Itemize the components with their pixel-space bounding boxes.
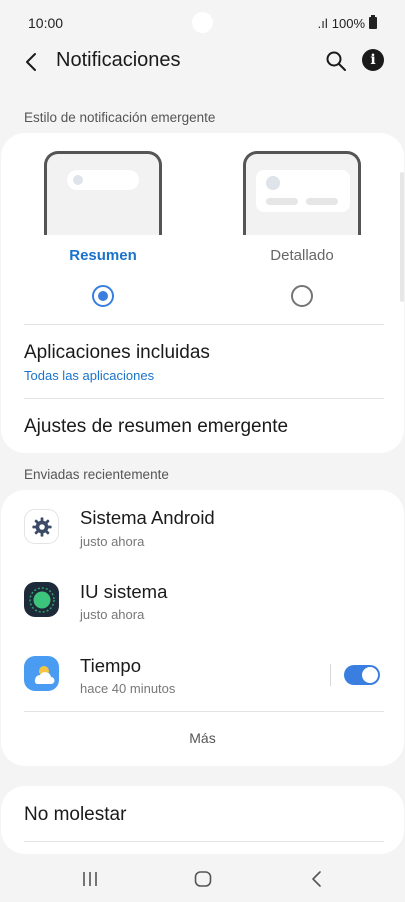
do-not-disturb-row[interactable]: No molestar xyxy=(24,804,126,826)
popup-style-card: Resumen Detallado Aplicaciones incluidas… xyxy=(1,133,404,453)
option-label-detailed[interactable]: Detallado xyxy=(243,247,361,264)
included-apps-value: Todas las aplicaciones xyxy=(24,368,155,383)
more-button[interactable]: Más xyxy=(1,730,404,746)
gear-icon xyxy=(24,509,59,544)
system-ui-icon xyxy=(24,582,59,617)
summary-settings-row[interactable]: Ajustes de resumen emergente xyxy=(24,416,288,438)
included-apps-title: Aplicaciones incluidas xyxy=(24,342,210,363)
back-arrow-icon[interactable] xyxy=(20,50,44,74)
dnd-card: No molestar xyxy=(1,786,404,854)
detailed-preview-line xyxy=(266,198,298,205)
recent-apps-card: Sistema Android justo ahora IU sistema j… xyxy=(1,490,404,766)
app-time: justo ahora xyxy=(80,607,145,622)
status-time: 10:00 xyxy=(28,15,64,31)
detailed-preview[interactable] xyxy=(243,151,361,235)
weather-icon xyxy=(24,656,59,691)
recent-apps-icon[interactable] xyxy=(80,869,100,889)
camera-cutout xyxy=(192,12,213,33)
app-name: Sistema Android xyxy=(80,507,215,528)
detailed-preview-box xyxy=(256,170,350,212)
battery-icon xyxy=(369,15,377,29)
divider xyxy=(24,711,384,712)
page-title: Notificaciones xyxy=(56,49,181,71)
signal-icon: .ıl xyxy=(317,15,328,31)
option-label-summary[interactable]: Resumen xyxy=(44,247,162,264)
battery-level: 100% xyxy=(331,15,365,31)
app-name: IU sistema xyxy=(80,581,168,602)
radio-detailed[interactable] xyxy=(291,285,313,307)
divider xyxy=(24,841,384,842)
weather-notification-toggle[interactable] xyxy=(344,665,380,685)
vertical-separator xyxy=(330,664,331,686)
detailed-preview-line xyxy=(306,198,338,205)
scroll-indicator[interactable] xyxy=(400,172,404,302)
section-label-recent: Enviadas recientemente xyxy=(24,467,169,482)
summary-preview-pill xyxy=(67,170,139,190)
info-icon[interactable]: i xyxy=(362,49,384,71)
search-icon[interactable] xyxy=(324,49,348,73)
divider xyxy=(24,324,384,325)
back-nav-icon[interactable] xyxy=(307,869,327,889)
status-indicators: .ıl 100% xyxy=(317,15,377,31)
radio-summary[interactable] xyxy=(92,285,114,307)
app-bar: Notificaciones i xyxy=(0,40,405,84)
app-time: hace 40 minutos xyxy=(80,681,176,696)
app-name: Tiempo xyxy=(80,655,142,676)
section-label-popup-style: Estilo de notificación emergente xyxy=(24,110,216,125)
summary-preview[interactable] xyxy=(44,151,162,235)
summary-preview-dot xyxy=(73,175,83,185)
app-time: justo ahora xyxy=(80,534,145,549)
detailed-preview-dot xyxy=(266,176,280,190)
divider xyxy=(24,398,384,399)
home-icon[interactable] xyxy=(193,869,213,889)
navigation-bar xyxy=(0,852,405,902)
